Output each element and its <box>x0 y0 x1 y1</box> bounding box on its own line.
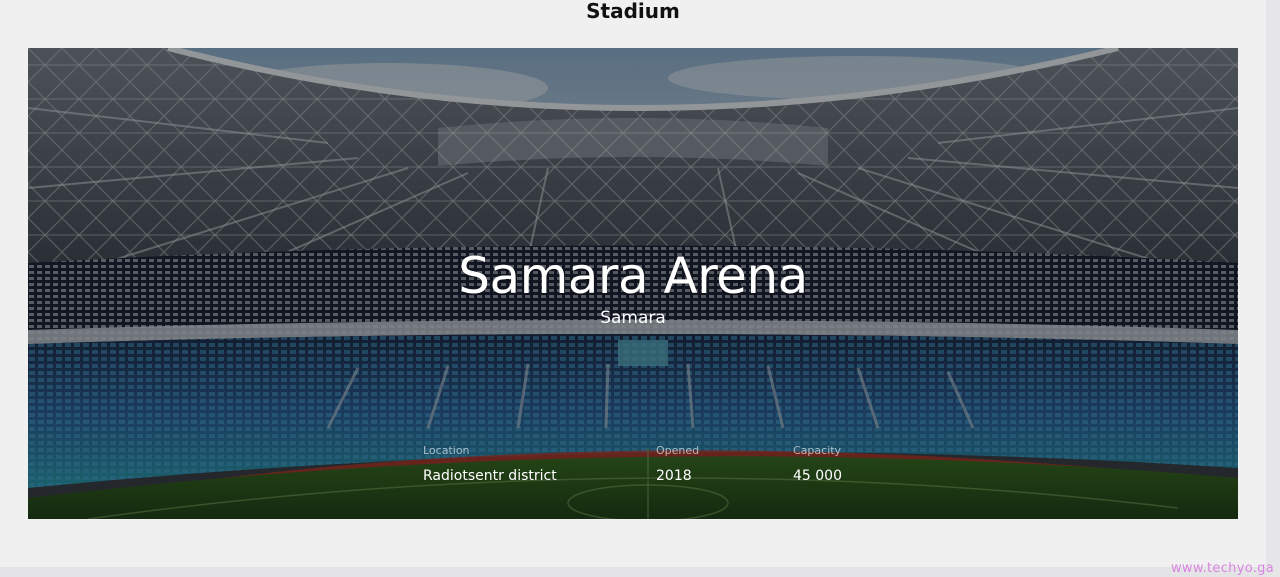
fact-label: Opened <box>656 444 700 457</box>
fact-opened: Opened 2018 <box>656 444 699 485</box>
fact-label: Capacity <box>793 444 842 457</box>
page-title: Stadium <box>586 0 680 23</box>
fact-value: Radiotsentr district <box>423 468 557 484</box>
fact-value: 45 000 <box>793 468 842 484</box>
stadium-city: Samara <box>600 308 666 328</box>
fact-capacity: Capacity 45 000 <box>793 444 842 485</box>
watermark: www.techyo.ga <box>1171 561 1274 576</box>
vertical-scrollbar[interactable] <box>1266 0 1280 577</box>
fact-location: Location Radiotsentr district <box>423 444 557 485</box>
fact-label: Location <box>423 444 470 457</box>
stadium-hero-card[interactable]: Samara Arena Samara Location Radiotsentr… <box>28 48 1238 519</box>
fact-value: 2018 <box>656 468 692 484</box>
stadium-name: Samara Arena <box>458 247 808 305</box>
page: Stadium Samara Arena Samara Location Rad… <box>0 0 1280 577</box>
horizontal-scrollbar[interactable] <box>0 567 1280 577</box>
